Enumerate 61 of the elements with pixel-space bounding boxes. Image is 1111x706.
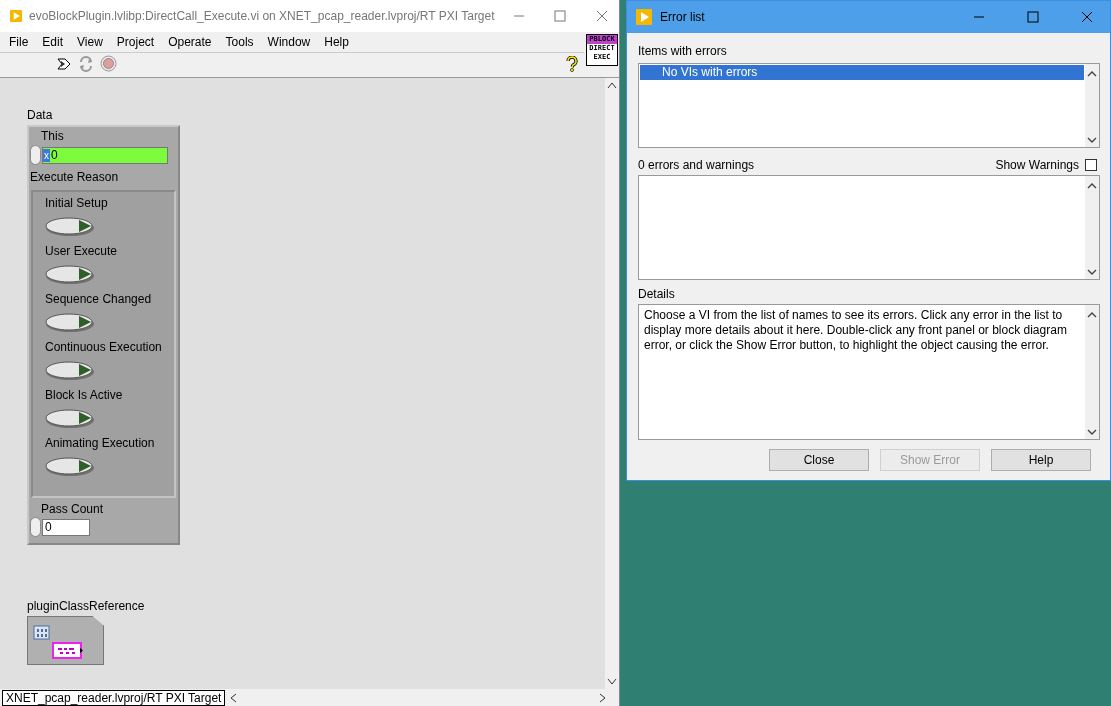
menu-item[interactable]: Edit [35,35,71,49]
scroll-up-icon [1087,182,1097,189]
scroll-down-icon [1087,137,1097,144]
menu-item[interactable]: View [70,35,110,49]
scroll-down-icon [1087,429,1097,436]
scroll-down-icon [607,678,617,686]
maximize-icon [554,10,567,22]
increment-spinner[interactable] [30,145,41,165]
window-title: evoBlockPlugin.lvlibp:DirectCall_Execute.vi on XNET_pcap_reader.lvproj/RT PXI Target [29,9,495,23]
help-button[interactable] [566,55,578,75]
section-label: 0 errors and warnings [638,158,755,172]
refnum-icon [52,642,84,660]
class-reference-control[interactable] [27,616,104,665]
scroll-down-icon [1087,269,1097,276]
checkbox[interactable] [1085,159,1097,171]
list-item[interactable]: No VIs with errors [640,65,1084,80]
app-icon [10,8,22,24]
menu-item[interactable]: Operate [161,35,219,49]
checkbox-label: Show Warnings [995,158,1079,172]
scroll-right-icon [599,692,607,703]
menu-item[interactable]: Project [109,35,162,49]
details-text: Choose a VI from the list of names to see its errors. Click any error in the list to display more details about it here. Double-click any front panel or block diagram error, or click the Show Error button, to highlight the object causing the error. [643,307,1068,354]
boolean-label: User Execute [45,244,119,258]
menu-item[interactable]: File [2,35,36,49]
menu-item[interactable]: Help [317,35,356,49]
control-label: Pass Count [40,502,105,516]
scroll-up-icon [1087,70,1097,77]
increment-spinner[interactable] [30,517,41,537]
arrow-icon [56,55,72,72]
dialog-button[interactable]: Close [769,449,869,471]
menu-item[interactable]: Tools [218,35,261,49]
boolean-label: Initial Setup [45,196,109,210]
window-title: Error list [660,10,706,24]
control-label: pluginClassReference [27,599,146,613]
abort-button[interactable] [100,55,117,75]
section-label: Items with errors [638,44,728,58]
dialog-button[interactable]: Help [991,449,1091,471]
boolean-label: Block Is Active [45,388,124,402]
question-mark-icon [566,55,578,72]
maximize-icon [1027,11,1039,23]
scroll-up-icon [1087,311,1097,318]
status-target: XNET_pcap_reader.lvproj/RT PXI Target [2,689,226,706]
stop-icon [100,55,117,72]
grid-icon [33,625,51,641]
menu-item[interactable]: Window [260,35,318,49]
boolean-label: Animating Execution [45,436,156,450]
boolean-label: Continuous Execution [45,340,163,354]
cycle-arrows-icon [78,55,94,72]
run-continuously-button[interactable] [78,55,94,75]
control-label: This [40,129,65,143]
section-label: Details [638,287,676,301]
scroll-left-icon [229,692,238,703]
scroll-up-icon [607,81,617,89]
cluster-label: Data [27,108,54,122]
numeric-field[interactable]: 0 [42,518,90,536]
app-icon [636,9,652,25]
control-label: Execute Reason [29,170,120,184]
close-icon [595,10,608,22]
close-icon [1081,11,1093,23]
numeric-field[interactable]: x 0 [42,146,168,164]
boolean-label: Sequence Changed [45,292,153,306]
